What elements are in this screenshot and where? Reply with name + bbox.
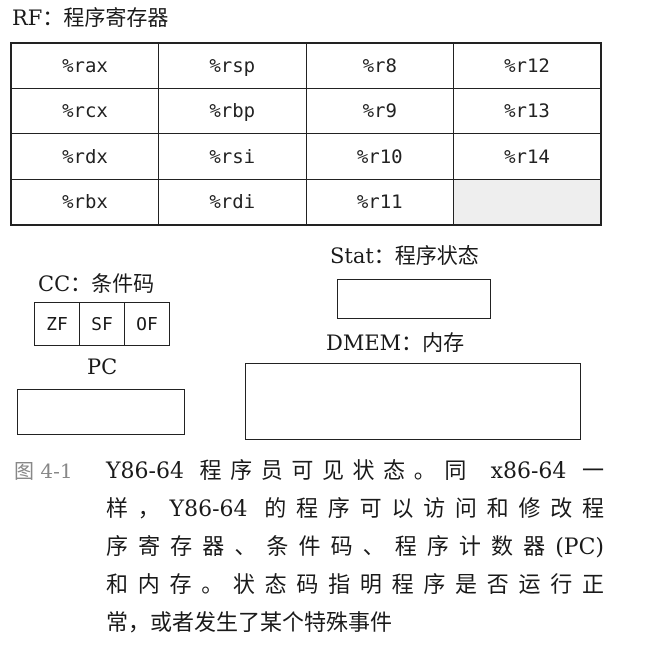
register-cell: %rcx (10, 88, 159, 135)
caption-line: 和内存。状态码指明程序是否运行正 (106, 573, 604, 598)
register-row: %rax %rsp %r8 %r12 (10, 42, 602, 90)
register-cell: %rsp (158, 42, 307, 90)
status-label: Stat：程序状态 (330, 244, 479, 268)
status-box (337, 279, 491, 319)
register-cell: %r10 (305, 133, 454, 180)
register-row: %rcx %rbp %r9 %r13 (10, 88, 602, 135)
register-cell: %rdx (10, 133, 159, 180)
figure-number: 图 4-1 (14, 459, 73, 483)
memory-label: DMEM：内存 (326, 331, 465, 355)
caption-line: Y86-64 程序员可见状态。同 x86-64 一 (106, 459, 604, 484)
register-cell: %rsi (158, 133, 307, 180)
register-cell: %r8 (305, 42, 454, 90)
caption-line: 序寄存器、条件码、程序计数器(PC) (106, 535, 604, 560)
register-cell: %rax (10, 42, 159, 90)
program-counter-box (17, 389, 185, 435)
register-cell: %r13 (453, 88, 602, 135)
register-cell: %r14 (453, 133, 602, 180)
caption-line: 常，或者发生了某个特殊事件 (106, 611, 393, 636)
program-counter-label: PC (87, 355, 118, 379)
flag-zf: ZF (35, 303, 80, 345)
register-file-label: RF：程序寄存器 (12, 6, 169, 30)
register-row: %rdx %rsi %r10 %r14 (10, 133, 602, 180)
caption-line: 样，Y86-64 的程序可以访问和修改程 (106, 497, 604, 522)
register-row: %rbx %rdi %r11 (10, 178, 602, 226)
register-cell: %r11 (305, 178, 454, 226)
register-cell: %rbx (10, 178, 159, 226)
register-cell-blank (453, 178, 602, 226)
figure-caption: Y86-64 程序员可见状态。同 x86-64 一 样，Y86-64 的程序可以… (106, 453, 604, 643)
condition-codes-label: CC：条件码 (38, 272, 155, 296)
memory-box (245, 363, 581, 440)
register-file-table: %rax %rsp %r8 %r12 %rcx %rbp %r9 %r13 %rdx %rsi %r… (10, 42, 602, 226)
register-cell: %r9 (305, 88, 454, 135)
condition-codes-box: ZF SF OF (34, 302, 170, 346)
register-cell: %rbp (158, 88, 307, 135)
flag-sf: SF (80, 303, 125, 345)
register-cell: %r12 (453, 42, 602, 90)
flag-of: OF (136, 313, 158, 335)
register-cell: %rdi (158, 178, 307, 226)
